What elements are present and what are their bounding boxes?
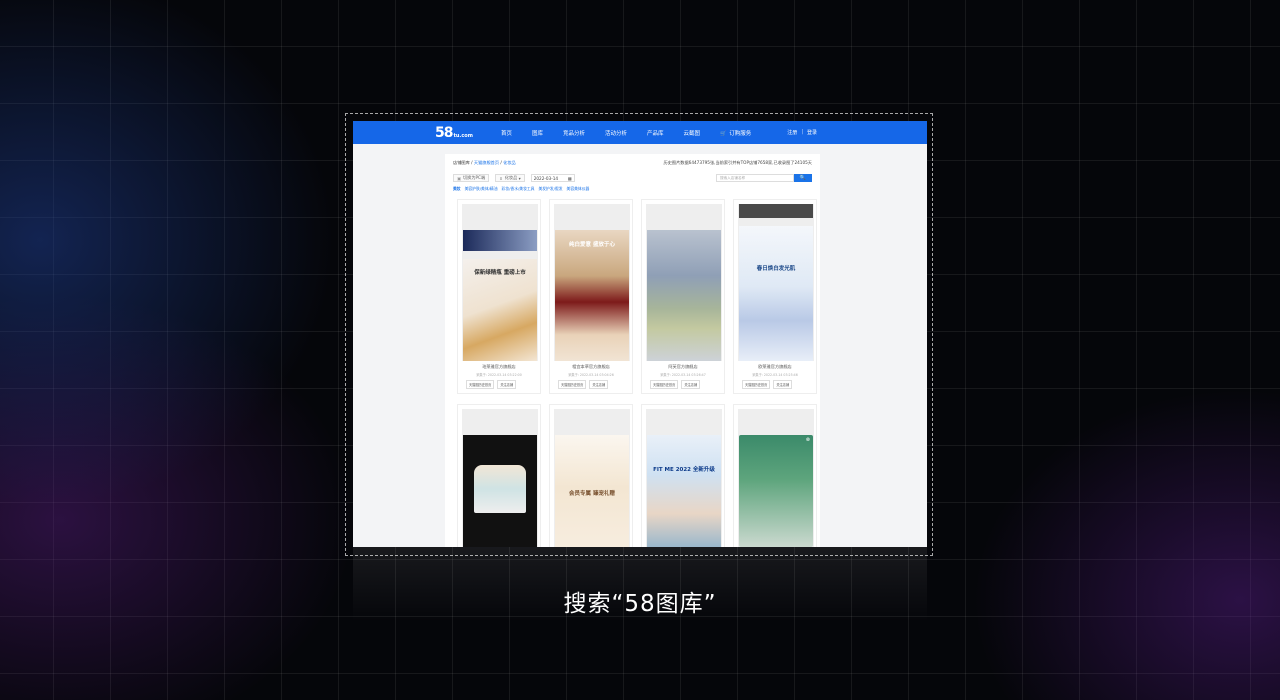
nav-product-library[interactable]: 产品库 (647, 129, 664, 137)
nav-competitor-analysis[interactable]: 竞品分析 (563, 129, 585, 137)
switch-pc-button[interactable]: ▣ 切换为PC端 (453, 174, 490, 182)
shop-card[interactable]: 纯白爱意 盛放于心 相宜本草官方旗舰店 采集于: 2022-03-14 03:0… (549, 199, 633, 394)
shop-thumbnail[interactable] (646, 204, 722, 361)
stats-info: 历史图片数据64473795张,当前索引并有TOP店铺7658家,已收录图了24… (663, 160, 812, 165)
follow-shop-button[interactable]: 关注店铺 (773, 380, 793, 389)
shop-card[interactable]: 阿芙官方旗舰店 采集于: 2022-03-14 03:26:47 天猫图历史首页… (641, 199, 725, 394)
search-button[interactable]: 🔍 (794, 174, 812, 182)
category-dropdown[interactable]: ⬇ 化妆品 ▾ (495, 174, 525, 182)
tag-item[interactable]: 美容护肤/美体/精油 (465, 186, 498, 192)
login-link[interactable]: 登录 (807, 129, 817, 136)
shop-card[interactable]: 会员专属 臻宠礼赠 (549, 404, 633, 547)
shop-card[interactable]: ⊗ (733, 404, 817, 547)
shop-thumbnail[interactable] (462, 409, 538, 547)
register-link[interactable]: 注册 (787, 129, 797, 136)
shop-card[interactable] (457, 404, 541, 547)
follow-shop-button[interactable]: 关注店铺 (497, 380, 517, 389)
breadcrumb: 店铺图库 / 天猫旗舰首页 / 化妆品 (453, 160, 516, 165)
content-panel: 店铺图库 / 天猫旗舰首页 / 化妆品 历史图片数据64473795张,当前索引… (445, 154, 820, 547)
history-home-button[interactable]: 天猫图历史首页 (466, 380, 495, 389)
tag-item[interactable]: 美发护发/假发 (538, 186, 562, 192)
nav-activity-analysis[interactable]: 活动分析 (605, 129, 627, 137)
shop-thumbnail[interactable]: 纯白爱意 盛放于心 (554, 204, 630, 361)
history-home-button[interactable]: 天猫图历史首页 (650, 380, 679, 389)
tag-item[interactable]: 美妆 (453, 186, 461, 192)
toolbar: ▣ 切换为PC端 ⬇ 化妆品 ▾ 2022-03-14 ▦ 搜索入店铺名称 🔍 (445, 166, 820, 182)
category-tags: 美妆 美容护肤/美体/精油 彩妆/香水/美妆工具 美发护发/假发 美容美体仪器 (445, 182, 820, 192)
tag-item[interactable]: 美容美体仪器 (567, 186, 590, 192)
shop-card[interactable]: 春日焕白发光肌 欧莱雅官方旗舰店 采集于: 2022-03-14 03:25:4… (733, 199, 817, 394)
shop-thumbnail[interactable]: ⊗ (738, 409, 814, 547)
calendar-icon: ▦ (567, 175, 572, 181)
shop-thumbnail[interactable]: FIT ME 2022 全新升级 (646, 409, 722, 547)
website-screenshot: 58 tu.com 首页 图库 竞品分析 活动分析 产品库 云截图 订购服务 注… (353, 121, 927, 547)
search-input[interactable]: 搜索入店铺名称 (716, 174, 794, 182)
nav-subscribe[interactable]: 订购服务 (720, 129, 751, 137)
shop-search: 搜索入店铺名称 🔍 (716, 174, 812, 182)
shop-thumbnail[interactable]: 会员专属 臻宠礼赠 (554, 409, 630, 547)
video-caption: 搜索“58图库” (563, 591, 717, 617)
shop-card[interactable]: 保新绿精瓶 重磅上市 珀莱雅官方旗舰店 采集于: 2022-03-14 03:2… (457, 199, 541, 394)
nav-cloud-screenshot[interactable]: 云截图 (684, 129, 701, 137)
monitor-icon: ▣ (457, 175, 461, 181)
history-home-button[interactable]: 天猫图历史首页 (742, 380, 771, 389)
history-home-button[interactable]: 天猫图历史首页 (558, 380, 587, 389)
shop-thumbnail[interactable]: 保新绿精瓶 重磅上市 (462, 204, 538, 361)
site-logo[interactable]: 58 tu.com (435, 125, 473, 141)
shop-card[interactable]: FIT ME 2022 全新升级 (641, 404, 725, 547)
date-picker[interactable]: 2022-03-14 ▦ (530, 174, 575, 182)
follow-shop-button[interactable]: 关注店铺 (589, 380, 609, 389)
tag-item[interactable]: 彩妆/香水/美妆工具 (502, 186, 535, 192)
chevron-down-icon: ▾ (517, 175, 521, 181)
shop-thumbnail[interactable]: 春日焕白发光肌 (738, 204, 814, 361)
download-icon: ⬇ (499, 175, 503, 181)
auth-links: 注册 | 登录 (787, 129, 818, 136)
close-icon[interactable]: ⊗ (806, 437, 810, 443)
nav-gallery[interactable]: 图库 (532, 129, 543, 137)
top-navbar: 58 tu.com 首页 图库 竞品分析 活动分析 产品库 云截图 订购服务 注… (353, 121, 927, 144)
nav-home[interactable]: 首页 (501, 129, 512, 137)
follow-shop-button[interactable]: 关注店铺 (681, 380, 701, 389)
